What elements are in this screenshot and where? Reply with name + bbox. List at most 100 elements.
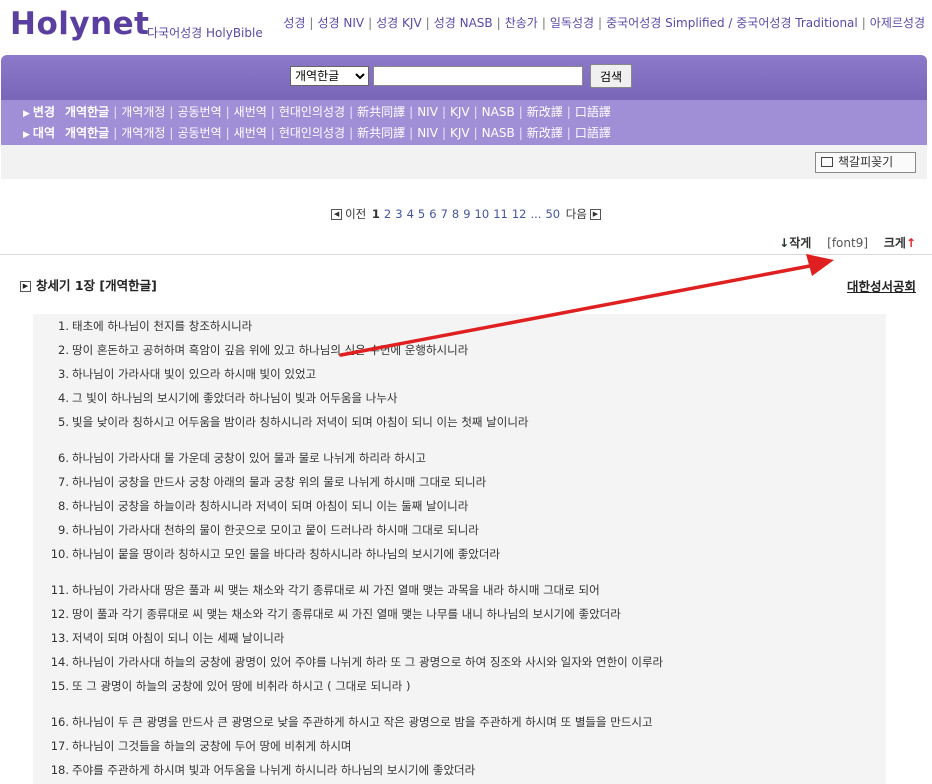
- chapter-title: ▶ 창세기 1장 [개역한글]: [20, 275, 157, 294]
- verse-item: 3. 하나님이 가라사대 빛이 있으라 하시매 빛이 있었고: [33, 366, 883, 382]
- top-nav-link[interactable]: 성경 NIV: [317, 16, 364, 30]
- version-link[interactable]: 新共同譯: [357, 105, 405, 119]
- verse-text: 하나님이 가라사대 빛이 있으라 하시매 빛이 있었고: [72, 367, 317, 381]
- version-link[interactable]: 현대인의성경: [279, 126, 345, 140]
- verse-number: 4.: [58, 391, 69, 405]
- version-separator: |: [566, 105, 571, 119]
- verse-number: 7.: [58, 475, 69, 489]
- version-link[interactable]: 新改譯: [527, 126, 563, 140]
- page-number-link[interactable]: 4: [407, 207, 414, 221]
- page-number-link[interactable]: 10: [475, 207, 490, 221]
- next-link[interactable]: 다음: [566, 207, 587, 221]
- version-link[interactable]: NIV: [417, 105, 438, 119]
- page-number-link[interactable]: 5: [418, 207, 425, 221]
- page-number-link[interactable]: 50: [545, 207, 560, 221]
- verse-item: 14. 하나님이 가라사대 하늘의 궁창에 광명이 있어 주야를 나뉘게 하라 또…: [33, 654, 883, 670]
- change-label: 변경: [32, 105, 56, 119]
- verse-number: 6.: [58, 451, 69, 465]
- font-current-label: [font9]: [827, 236, 869, 250]
- version-link[interactable]: NASB: [482, 105, 515, 119]
- version-separator: |: [349, 105, 354, 119]
- bookmark-button[interactable]: 책갈피꽂기: [815, 152, 916, 173]
- page-number-link[interactable]: 1: [372, 207, 380, 221]
- nav-separator: |: [598, 16, 603, 30]
- prev-link[interactable]: 이전: [345, 207, 366, 221]
- verse-item: 2. 땅이 혼돈하고 공허하며 흑암이 깊음 위에 있고 하나님의 신은 수면에 …: [33, 342, 883, 358]
- page-number-link[interactable]: 9: [463, 207, 470, 221]
- version-link[interactable]: KJV: [450, 126, 470, 140]
- verse-list: 1. 태초에 하나님이 천지를 창조하시니라 2. 땅이 혼돈하고 공허하며 흑암이 …: [33, 314, 886, 784]
- verse-item: 5. 빛을 낮이라 칭하시고 어두움을 밤이라 칭하시니라 저녁이 되며 아침이 …: [33, 414, 883, 430]
- verse-item: 9. 하나님이 가라사대 천하의 물이 한곳으로 모이고 뭍이 드러나라 하시매 …: [33, 522, 883, 538]
- page-number-link[interactable]: 6: [429, 207, 436, 221]
- search-band: 개역한글 검색: [1, 55, 927, 100]
- version-link[interactable]: 현대인의성경: [279, 105, 345, 119]
- site-subtitle[interactable]: 다국어성경 HolyBible: [147, 24, 263, 41]
- nav-separator: |: [425, 16, 430, 30]
- divider: [0, 254, 932, 255]
- change-version-list: 개역한글 | 개역개정 | 공동번역 | 새번역 | 현대인의성경 | 新共同譯 | NIV | KJV | N…: [65, 105, 611, 119]
- search-button[interactable]: 검색: [590, 64, 632, 88]
- page-number-link[interactable]: 3: [395, 207, 402, 221]
- version-select[interactable]: 개역한글: [290, 66, 369, 86]
- top-nav-link[interactable]: 성경 KJV: [376, 16, 422, 30]
- version-link[interactable]: 개역개정: [121, 126, 165, 140]
- verse-text: 하나님이 뭍을 땅이라 칭하시고 모인 물을 바다라 칭하시니라 하나님의 보시…: [72, 547, 501, 561]
- next-arrow-icon[interactable]: ▶: [589, 209, 601, 220]
- version-link[interactable]: 개역개정: [121, 105, 165, 119]
- verse-text: 땅이 혼돈하고 공허하며 흑암이 깊음 위에 있고 하나님의 신은 수면에 운행…: [72, 343, 469, 357]
- version-separator: |: [566, 126, 571, 140]
- prev-arrow-icon[interactable]: ◀: [331, 209, 343, 220]
- version-link[interactable]: KJV: [450, 105, 470, 119]
- page-number-link[interactable]: 2: [384, 207, 391, 221]
- version-separator: |: [409, 105, 414, 119]
- font-bigger-link[interactable]: 크게: [884, 236, 906, 250]
- change-version-row: ▶ 변경 개역한글 | 개역개정 | 공동번역 | 새번역 | 현대인의성경 | 新共同譯 | NIV | KJ…: [23, 102, 611, 122]
- version-link[interactable]: 새번역: [234, 105, 267, 119]
- verse-text: 하나님이 가라사대 땅은 풀과 씨 맺는 채소와 각기 종류대로 씨 가진 열매…: [72, 583, 600, 597]
- verse-number: 8.: [58, 499, 69, 513]
- verse-item: 15. 또 그 광명이 하늘의 궁창에 있어 땅에 비취라 하시고 ( 그대로 되…: [33, 678, 883, 694]
- site-logo[interactable]: Holynet: [10, 6, 150, 42]
- top-nav-link[interactable]: 성경: [283, 16, 305, 30]
- verse-item: 1. 태초에 하나님이 천지를 창조하시니라: [33, 318, 883, 334]
- top-nav-link[interactable]: 성경 NASB: [434, 16, 493, 30]
- verse-text: 하나님이 궁창을 하늘이라 칭하시니라 저녁이 되며 아침이 되니 이는 둘째 …: [72, 499, 469, 513]
- version-link[interactable]: 口語譯: [575, 126, 611, 140]
- page-number-link[interactable]: 11: [493, 207, 508, 221]
- bookmark-icon: [821, 157, 833, 167]
- version-link[interactable]: 공동번역: [177, 126, 221, 140]
- version-link[interactable]: NIV: [417, 126, 438, 140]
- top-nav-link[interactable]: 일독성경: [550, 16, 594, 30]
- top-nav-link[interactable]: 중국어성경 Simplified / 중국어성경 Traditional: [606, 16, 858, 30]
- version-link[interactable]: 개역한글: [65, 105, 109, 119]
- version-link[interactable]: 공동번역: [177, 105, 221, 119]
- nav-separator: |: [496, 16, 501, 30]
- version-link[interactable]: 新改譯: [527, 105, 563, 119]
- toolbar-strip: 책갈피꽂기: [1, 145, 927, 179]
- version-link[interactable]: NASB: [482, 126, 515, 140]
- version-link[interactable]: 新共同譯: [357, 126, 405, 140]
- verse-item: 17. 하나님이 그것들을 하늘의 궁창에 두어 땅에 비취게 하시며: [33, 738, 883, 754]
- search-input[interactable]: [373, 66, 583, 86]
- chapter-title-text: 창세기 1장 [개역한글]: [36, 278, 157, 293]
- font-smaller-link[interactable]: 작게: [789, 236, 811, 250]
- publisher-link[interactable]: 대한성서공회: [847, 276, 916, 295]
- version-link[interactable]: 새번역: [234, 126, 267, 140]
- verse-text: 하나님이 가라사대 천하의 물이 한곳으로 모이고 뭍이 드러나라 하시매 그대…: [72, 523, 479, 537]
- version-link[interactable]: 口語譯: [575, 105, 611, 119]
- verse-text: 하나님이 가라사대 하늘의 궁창에 광명이 있어 주야를 나뉘게 하라 또 그 …: [72, 655, 664, 669]
- page-number-link[interactable]: 8: [452, 207, 459, 221]
- version-link[interactable]: 개역한글: [65, 126, 109, 140]
- top-nav-link[interactable]: 찬송가: [505, 16, 538, 30]
- version-separator: |: [169, 126, 174, 140]
- verse-text: 하나님이 그것들을 하늘의 궁창에 두어 땅에 비취게 하시며: [72, 739, 352, 753]
- verse-item: 16. 하나님이 두 큰 광명을 만드사 큰 광명으로 낮을 주관하게 하시고 작…: [33, 714, 883, 730]
- page-number-link[interactable]: 12: [512, 207, 527, 221]
- verse-item: 12. 땅이 풀과 각기 종류대로 씨 맺는 채소와 각기 종류대로 씨 가진 열…: [33, 606, 883, 622]
- font-size-controls: ↓작게 [font9] 크게↑: [779, 234, 916, 251]
- verse-number: 16.: [50, 715, 69, 729]
- page-number-link[interactable]: 7: [441, 207, 448, 221]
- arrow-down-icon: ↓: [779, 236, 790, 250]
- top-nav-link[interactable]: 아제르성경: [870, 16, 925, 30]
